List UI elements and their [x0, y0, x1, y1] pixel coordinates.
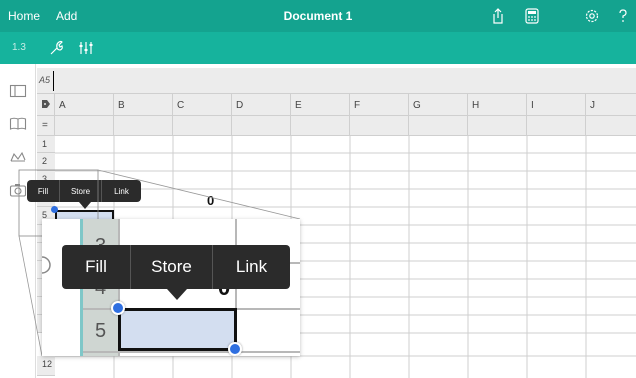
zoomed-grid-line — [83, 351, 300, 353]
zoomed-popup-pointer — [167, 289, 187, 300]
zoomed-selection-handle — [228, 342, 242, 356]
zoomed-store-item: Store — [130, 245, 213, 289]
zoomed-selected-cell — [118, 308, 237, 351]
zoomed-context-menu: Fill Store Link — [62, 245, 290, 289]
zoomed-link-item: Link — [235, 257, 268, 276]
zoomed-camera-icon — [42, 254, 52, 276]
zoomed-fill-item: Fill — [85, 257, 107, 276]
zoomed-selection-handle — [111, 301, 125, 315]
magnifier-loupe: 3 4 5 0 Fill Store Link — [42, 219, 300, 356]
zoomed-row-5: 5 — [95, 320, 107, 342]
